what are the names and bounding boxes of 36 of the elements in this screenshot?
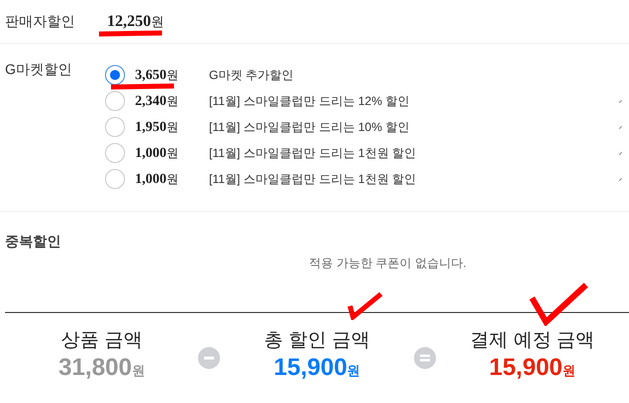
corner-icon: [619, 178, 622, 180]
corner-icon: [619, 152, 622, 154]
underline-mark: [110, 83, 176, 91]
summary-label: 총 할인 금액: [264, 329, 370, 353]
equals-icon: [414, 346, 436, 368]
summary-amount: 15,900원: [274, 353, 360, 383]
radio-button[interactable]: [105, 117, 125, 137]
check-mark: [346, 290, 384, 320]
summary-amount: 31,800원: [58, 353, 145, 383]
option-description: [11월] 스마일클럽만 드리는 1천원 할인: [209, 145, 418, 162]
section-label: 중복할인: [5, 232, 62, 251]
option-description: [11월] 스마일클럽만 드리는 10% 할인: [209, 119, 410, 136]
radio-button[interactable]: [105, 169, 125, 189]
discount-amount: 12,250원: [107, 14, 164, 30]
option-description: G마켓 추가할인: [209, 67, 295, 84]
radio-button[interactable]: [105, 143, 125, 163]
corner-icon: [619, 126, 622, 128]
option-description: [11월] 스마일클럽만 드리는 1천원 할인: [209, 171, 418, 188]
option-amount: 1,950원: [135, 120, 180, 134]
check-mark: [528, 280, 590, 326]
summary-label: 결제 예정 금액: [470, 329, 595, 353]
underline-mark: [98, 30, 164, 38]
summary-amount: 15,900원: [489, 353, 576, 383]
corner-icon: [619, 100, 622, 102]
option-amount: 1,000원: [135, 172, 180, 186]
radio-button[interactable]: [105, 65, 125, 85]
section-label: 판매자할인: [5, 12, 76, 31]
option-amount: 2,340원: [135, 94, 180, 108]
minus-icon: [198, 346, 220, 368]
empty-message: 적용 가능한 쿠폰이 없습니다.: [309, 255, 466, 272]
option-amount: 3,650원: [135, 68, 180, 82]
summary-label: 상품 금액: [61, 329, 142, 353]
section-label: G마켓할인: [5, 62, 73, 79]
option-description: [11월] 스마일클럽만 드리는 12% 할인: [209, 93, 410, 110]
radio-button[interactable]: [105, 91, 125, 111]
option-amount: 1,000원: [135, 146, 180, 160]
